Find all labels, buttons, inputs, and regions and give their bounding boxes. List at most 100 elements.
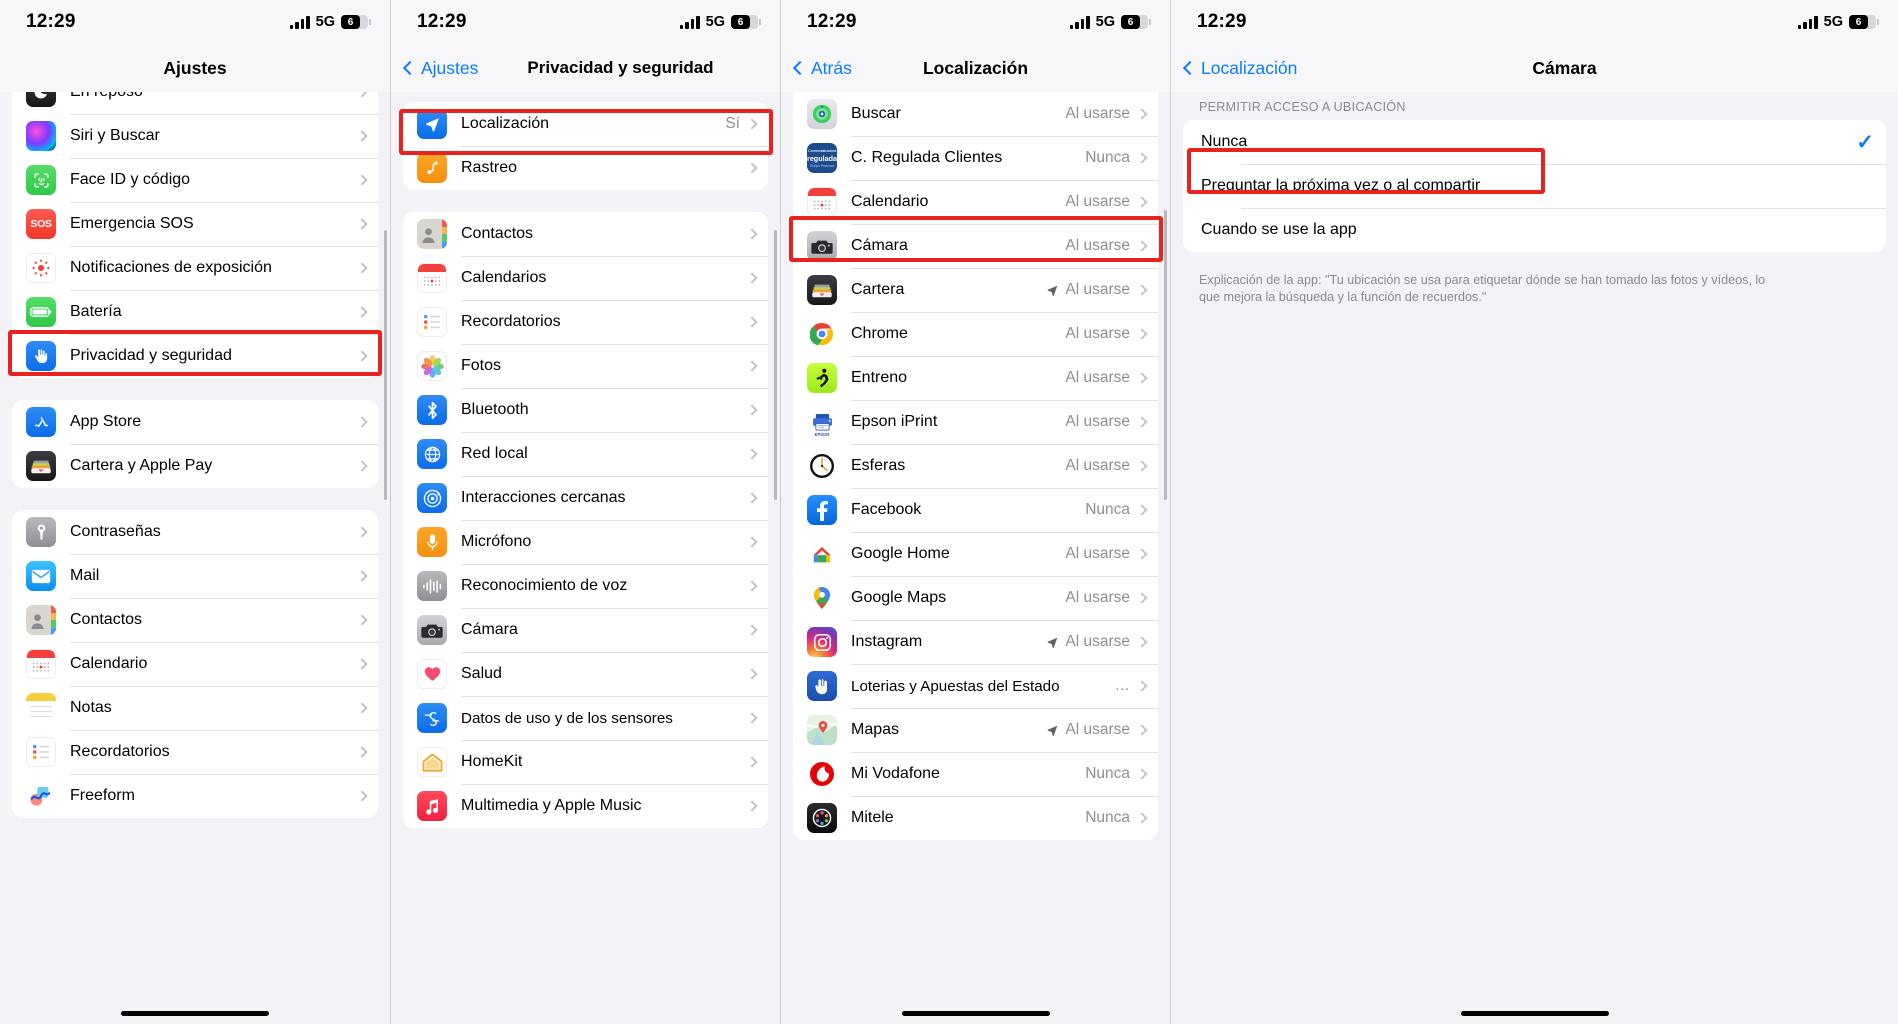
sidebar-item-notificaciones-exposicion[interactable]: Notificaciones de exposición (12, 246, 378, 290)
row-label: Datos de uso y de los sensores (461, 709, 673, 727)
location-app-loterias[interactable]: Loterias y Apuestas del Estado … (793, 664, 1158, 708)
location-app-facebook[interactable]: Facebook Nunca (793, 488, 1158, 532)
location-app-cartera[interactable]: Cartera Al usarse (793, 268, 1158, 312)
privacy-item-interacciones-cercanas[interactable]: Interacciones cercanas (403, 476, 768, 520)
row-label: Contraseñas (70, 523, 161, 540)
privacy-item-contactos[interactable]: Contactos (403, 212, 768, 256)
location-app-google-maps[interactable]: Google Maps Al usarse (793, 576, 1158, 620)
chevron-right-icon (1136, 152, 1148, 164)
privacy-item-salud[interactable]: Salud (403, 652, 768, 696)
privacy-item-fotos[interactable]: Fotos (403, 344, 768, 388)
sidebar-item-recordatorios[interactable]: Recordatorios (12, 730, 378, 774)
sidebar-item-calendario[interactable]: Calendario (12, 642, 378, 686)
privacy-item-reconocimiento-de-voz[interactable]: Reconocimiento de voz (403, 564, 768, 608)
privacy-item-camara[interactable]: Cámara (403, 608, 768, 652)
privacy-item-recordatorios[interactable]: Recordatorios (403, 300, 768, 344)
location-app-calendario[interactable]: Calendario Al usarse (793, 180, 1158, 224)
sidebar-item-en-reposo[interactable]: En reposo (12, 92, 378, 114)
scroll-indicator[interactable] (383, 230, 387, 500)
location-app-buscar[interactable]: Buscar Al usarse (793, 92, 1158, 136)
chevron-right-icon (356, 306, 368, 318)
camera-icon (417, 615, 447, 645)
location-app-mapas[interactable]: Mapas Al usarse (793, 708, 1158, 752)
back-label: Ajustes (421, 57, 479, 78)
battery-icon: 6 (1849, 15, 1879, 29)
freeform-icon (26, 781, 56, 811)
photos-icon (417, 351, 447, 381)
chevron-left-icon (402, 60, 418, 76)
watchfaces-icon (807, 451, 837, 481)
back-button[interactable]: Localización (1182, 58, 1297, 79)
location-app-google-home[interactable]: Google Home Al usarse (793, 532, 1158, 576)
screen-privacidad: 12:29 5G 6 Ajustes Privacidad y segurida… (390, 0, 780, 1024)
location-apps-scroll[interactable]: Buscar Al usarse Comercializadora regula… (781, 92, 1170, 1024)
back-button[interactable]: Atrás (792, 57, 852, 79)
sidebar-item-cartera-apple-pay[interactable]: Cartera y Apple Pay (12, 444, 378, 488)
sidebar-item-siri-y-buscar[interactable]: Siri y Buscar (12, 114, 378, 158)
row-label: Fotos (461, 357, 502, 374)
chevron-right-icon (1136, 108, 1148, 120)
row-label: Cámara (461, 621, 518, 638)
sidebar-item-freeform[interactable]: Freeform (12, 774, 378, 818)
sidebar-item-contactos[interactable]: Contactos (12, 598, 378, 642)
chevron-right-icon (1136, 504, 1148, 516)
chevron-right-icon (1136, 460, 1148, 472)
row-value: Al usarse (1065, 369, 1130, 386)
privacy-item-localizacion[interactable]: Localización Sí (403, 102, 768, 146)
settings-scroll[interactable]: En reposo Siri y Buscar Face ID y código (0, 92, 390, 1024)
location-app-camara[interactable]: Cámara Al usarse (793, 224, 1158, 268)
privacy-item-multimedia-apple-music[interactable]: Multimedia y Apple Music (403, 784, 768, 828)
privacy-item-datos-uso-sensores[interactable]: Datos de uso y de los sensores (403, 696, 768, 740)
status-indicators: 5G 6 (1797, 14, 1879, 30)
row-label: Micrófono (461, 533, 532, 550)
privacy-item-homekit[interactable]: HomeKit (403, 740, 768, 784)
location-app-esferas[interactable]: Esferas Al usarse (793, 444, 1158, 488)
row-label: Rastreo (461, 159, 518, 176)
location-app-c-regulada-clientes[interactable]: Comercializadora regulada Grupo Pedrosa … (793, 136, 1158, 180)
location-app-mi-vodafone[interactable]: Mi Vodafone Nunca (793, 752, 1158, 796)
sidebar-item-bateria[interactable]: Batería (12, 290, 378, 334)
sidebar-item-notas[interactable]: Notas (12, 686, 378, 730)
location-app-mitele[interactable]: Mitele Nunca (793, 796, 1158, 840)
location-app-epson-iprint[interactable]: EPSON Epson iPrint Al usarse (793, 400, 1158, 444)
chevron-right-icon (746, 448, 758, 460)
findmy-icon (807, 99, 837, 129)
chevron-right-icon (746, 272, 758, 284)
scroll-indicator[interactable] (1163, 210, 1167, 500)
back-label: Atrás (811, 57, 852, 78)
sidebar-item-mail[interactable]: Mail (12, 554, 378, 598)
option-cuando-se-use[interactable]: Cuando se use la app (1183, 208, 1886, 252)
chevron-right-icon (1136, 372, 1148, 384)
location-app-chrome[interactable]: Chrome Al usarse (793, 312, 1158, 356)
home-indicator (901, 1011, 1050, 1016)
row-label: Mi Vodafone (851, 765, 940, 782)
row-value: Al usarse (1065, 721, 1130, 738)
sidebar-item-app-store[interactable]: App Store (12, 400, 378, 444)
row-label: Loterias y Apuestas del Estado (851, 677, 1060, 695)
location-app-instagram[interactable]: Instagram Al usarse (793, 620, 1158, 664)
privacy-item-calendarios[interactable]: Calendarios (403, 256, 768, 300)
nav-bar: Localización Cámara (1171, 44, 1898, 92)
epson-icon: EPSON (807, 407, 837, 437)
back-button[interactable]: Ajustes (402, 57, 479, 79)
status-time: 12:29 (26, 11, 76, 32)
option-nunca[interactable]: Nunca ✓ (1183, 120, 1886, 164)
privacy-item-rastreo[interactable]: Rastreo (403, 146, 768, 190)
sidebar-item-emergencia-sos[interactable]: SOS Emergencia SOS (12, 202, 378, 246)
location-used-arrow-icon (1047, 285, 1058, 296)
privacy-item-red-local[interactable]: Red local (403, 432, 768, 476)
row-label: Interacciones cercanas (461, 489, 626, 506)
privacy-item-bluetooth[interactable]: Bluetooth (403, 388, 768, 432)
status-indicators: 5G 6 (679, 14, 761, 30)
battery-icon: 6 (341, 15, 371, 29)
option-preguntar[interactable]: Preguntar la próxima vez o al compartir (1183, 164, 1886, 208)
sidebar-item-contrasenas[interactable]: Contraseñas (12, 510, 378, 554)
location-app-entreno[interactable]: Entreno Al usarse (793, 356, 1158, 400)
sleep-icon (26, 92, 56, 107)
privacy-item-microfono[interactable]: Micrófono (403, 520, 768, 564)
sidebar-item-privacidad-y-seguridad[interactable]: Privacidad y seguridad (12, 334, 378, 378)
sidebar-item-face-id[interactable]: Face ID y código (12, 158, 378, 202)
chevron-right-icon (746, 228, 758, 240)
scroll-indicator[interactable] (773, 230, 777, 500)
privacy-scroll[interactable]: Localización Sí Rastreo Contactos Calend… (391, 92, 780, 1024)
